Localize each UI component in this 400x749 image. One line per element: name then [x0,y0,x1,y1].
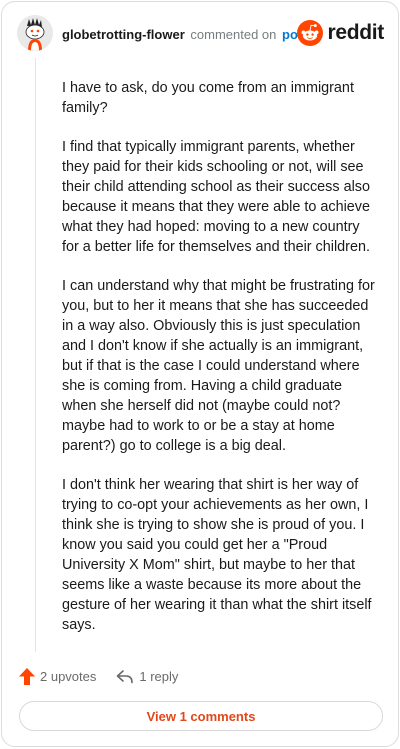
reply-button[interactable]: 1 reply [116,669,178,684]
username[interactable]: globetrotting-flower [62,27,185,42]
comment-card: globetrotting-flower commented on post r… [1,1,399,747]
upvote-button[interactable]: 2 upvotes [19,668,96,685]
reply-count: 1 reply [139,669,179,684]
reply-arrow-icon [117,669,134,683]
upvote-count: 2 upvotes [40,669,97,684]
user-avatar[interactable] [17,15,53,51]
thread-line[interactable] [35,58,36,652]
reddit-wordmark: reddit [327,21,384,44]
reddit-logo[interactable]: reddit [297,20,384,46]
view-comments-button[interactable]: View 1 comments [19,701,383,731]
commented-on-text: commented on [190,27,277,42]
comment-actions: 2 upvotes 1 reply [19,668,178,685]
comment-paragraph: I don't think her wearing that shirt is … [62,477,372,633]
comment-paragraph: I have to ask, do you come from an immig… [62,80,354,116]
comment-paragraph: I can understand why that might be frust… [62,278,375,454]
comment-header: globetrotting-flower commented on post [62,27,309,42]
reddit-snoo-icon [297,20,324,46]
snoo-avatar-icon [17,15,53,51]
upvote-arrow-icon [19,668,35,685]
comment-body: I have to ask, do you come from an immig… [62,78,378,654]
comment-paragraph: I find that typically immigrant parents,… [62,139,370,255]
